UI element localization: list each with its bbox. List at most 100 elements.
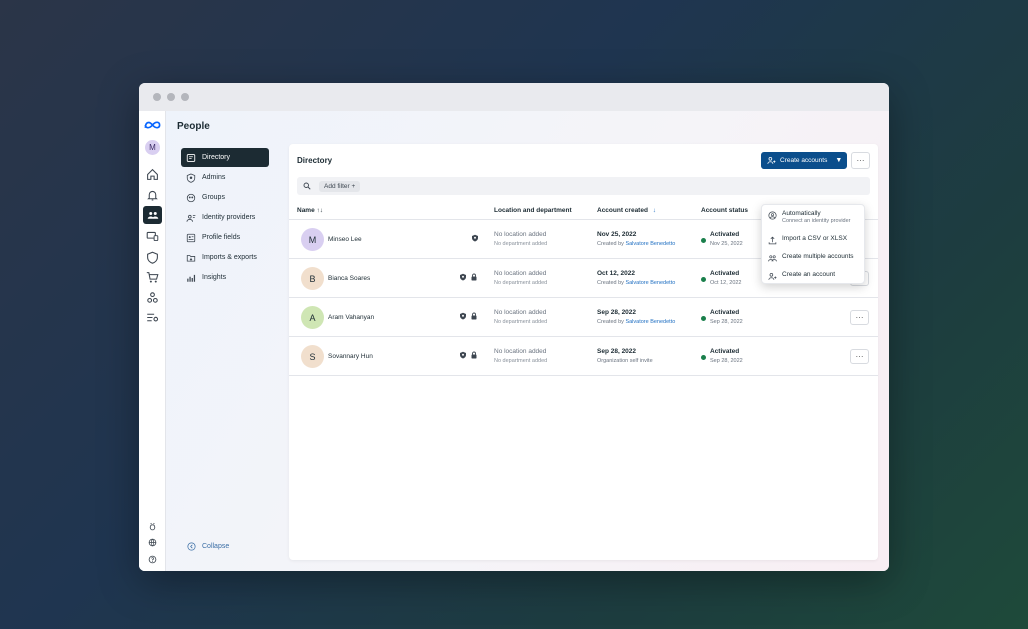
- created-date: Oct 12, 2022: [597, 270, 635, 277]
- status-active-dot: [701, 238, 706, 243]
- created-by-link[interactable]: Salvatore Benedetto: [625, 319, 675, 325]
- created-date: Nov 25, 2022: [597, 231, 637, 238]
- page-title: People: [177, 121, 210, 132]
- menu-item-label: Create multiple accounts: [782, 253, 854, 260]
- column-header-status[interactable]: Account status: [701, 207, 748, 214]
- search-filter-bar[interactable]: Add filter +: [297, 177, 870, 195]
- identity-provider-icon: [768, 211, 777, 220]
- search-icon: [303, 182, 311, 190]
- nav-item-label: Groups: [202, 194, 225, 201]
- badges: [459, 273, 478, 281]
- meta-logo-icon[interactable]: [144, 117, 161, 132]
- help-icon[interactable]: [145, 552, 160, 567]
- department: No department added: [494, 358, 548, 364]
- avatar: B: [301, 267, 324, 290]
- row-more-button[interactable]: ···: [850, 349, 869, 364]
- menu-item-import-csv[interactable]: Import a CSV or XLSX: [768, 235, 847, 245]
- column-header-location[interactable]: Location and department: [494, 207, 572, 214]
- nav-item-profile-fields[interactable]: Profile fields: [181, 228, 269, 247]
- multiple-users-icon: [768, 255, 777, 262]
- bell-icon[interactable]: [145, 188, 160, 203]
- menu-item-label: Automatically: [782, 210, 821, 217]
- avatar: S: [301, 345, 324, 368]
- location: No location added: [494, 348, 547, 355]
- plus-icon: +: [351, 182, 356, 190]
- app-body: M People Directory Admins Groups Identit…: [139, 111, 889, 571]
- menu-item-sublabel: Connect an identity provider: [782, 218, 851, 224]
- nav-item-label: Profile fields: [202, 234, 241, 241]
- add-user-icon: [767, 157, 776, 164]
- column-header-name[interactable]: Name ↑↓: [297, 207, 323, 214]
- row-more-button[interactable]: ···: [850, 310, 869, 325]
- integrations-icon[interactable]: [145, 290, 160, 305]
- create-accounts-button[interactable]: Create accounts ▼: [761, 152, 847, 169]
- window-maximize-dot[interactable]: [181, 93, 189, 101]
- status-date: Sep 28, 2022: [710, 358, 743, 364]
- add-filter-button[interactable]: Add filter +: [319, 180, 361, 192]
- more-options-button[interactable]: ···: [851, 152, 870, 169]
- status-date: Nov 25, 2022: [710, 241, 743, 247]
- created-by: Created by Salvatore Benedetto: [597, 319, 675, 325]
- nav-item-label: Admins: [202, 174, 226, 181]
- badges: [459, 312, 478, 320]
- upload-icon: [768, 236, 777, 245]
- devices-icon[interactable]: [145, 229, 160, 244]
- status-date: Oct 12, 2022: [710, 280, 742, 286]
- user-name[interactable]: Sovannary Hun: [328, 353, 373, 360]
- table-row[interactable]: S Sovannary Hun No location added No dep…: [289, 337, 878, 376]
- status-badge: Activated: [710, 231, 740, 238]
- nav-item-groups[interactable]: Groups: [181, 188, 269, 207]
- nav-item-label: Insights: [202, 274, 227, 281]
- created-by-prefix: Created by: [597, 241, 626, 247]
- nav-item-insights[interactable]: Insights: [181, 268, 269, 287]
- chevron-left-icon: [187, 542, 196, 551]
- menu-item-label: Import a CSV or XLSX: [782, 235, 848, 242]
- table-row[interactable]: A Aram Vahanyan No location added No dep…: [289, 298, 878, 337]
- nav-item-label: Directory: [202, 154, 231, 161]
- column-header-created-label: Account created: [597, 207, 648, 214]
- menu-item-create-account[interactable]: Create an account: [768, 271, 835, 281]
- user-name[interactable]: Minseo Lee: [328, 236, 362, 243]
- icon-rail: M: [139, 111, 166, 571]
- user-name[interactable]: Bianca Soares: [328, 275, 370, 282]
- globe-icon[interactable]: [145, 535, 160, 550]
- home-icon[interactable]: [145, 167, 160, 182]
- add-filter-label: Add filter: [324, 182, 350, 190]
- created-by-link[interactable]: Salvatore Benedetto: [625, 241, 675, 247]
- bug-report-icon[interactable]: [145, 519, 160, 534]
- created-by-prefix: Organization self invite: [597, 358, 653, 364]
- status-active-dot: [701, 277, 706, 282]
- nav-item-identity-providers[interactable]: Identity providers: [181, 208, 269, 227]
- created-by-link[interactable]: Salvatore Benedetto: [625, 280, 675, 286]
- user-name[interactable]: Aram Vahanyan: [328, 314, 374, 321]
- column-header-created[interactable]: Account created ↓: [597, 207, 656, 214]
- status-date: Sep 28, 2022: [710, 319, 743, 325]
- menu-item-create-multiple[interactable]: Create multiple accounts: [768, 253, 854, 263]
- status-badge: Activated: [710, 348, 740, 355]
- shield-icon: [186, 172, 196, 183]
- title-bar: [139, 83, 889, 111]
- insights-icon: [187, 274, 196, 282]
- department: No department added: [494, 280, 548, 286]
- groups-icon: [186, 193, 196, 202]
- sort-down-arrow-icon: ↓: [652, 207, 656, 214]
- nav-item-directory[interactable]: Directory: [181, 148, 269, 167]
- created-by: Organization self invite: [597, 358, 653, 364]
- status-badge: Activated: [710, 270, 740, 277]
- avatar[interactable]: M: [145, 140, 160, 155]
- status-active-dot: [701, 316, 706, 321]
- collapse-label: Collapse: [202, 543, 230, 550]
- settings-list-icon[interactable]: [145, 310, 160, 325]
- nav-item-imports-exports[interactable]: Imports & exports: [181, 248, 269, 267]
- people-icon[interactable]: [143, 206, 162, 224]
- nav-item-admins[interactable]: Admins: [181, 168, 269, 187]
- status-active-dot: [701, 355, 706, 360]
- security-shield-icon[interactable]: [145, 250, 160, 265]
- window-close-dot[interactable]: [153, 93, 161, 101]
- collapse-button[interactable]: Collapse: [187, 542, 229, 551]
- menu-item-automatically[interactable]: Automatically Connect an identity provide…: [768, 210, 850, 224]
- cart-icon[interactable]: [145, 270, 160, 285]
- badges: [459, 351, 478, 359]
- window-minimize-dot[interactable]: [167, 93, 175, 101]
- create-accounts-menu: Automatically Connect an identity provide…: [761, 204, 865, 284]
